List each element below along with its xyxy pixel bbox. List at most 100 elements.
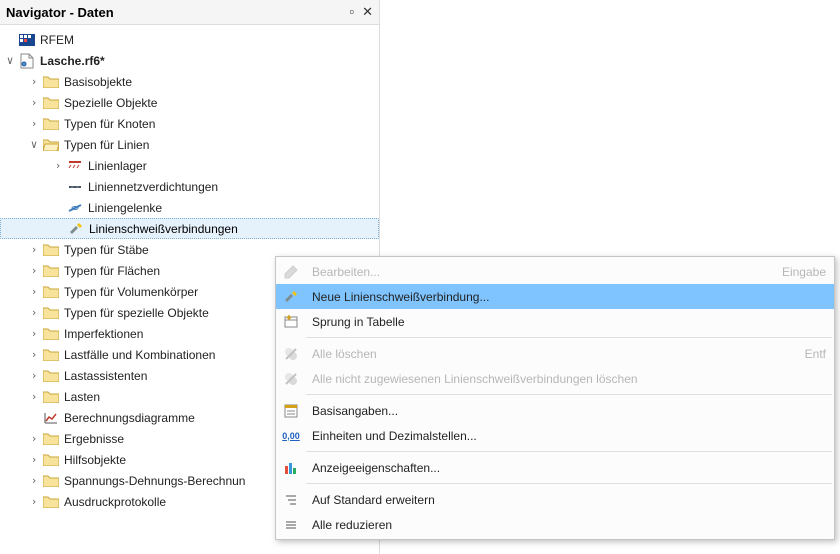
tree-item-liniengelenke[interactable]: Liniengelenke [0, 197, 379, 218]
tree-label: Imperfektionen [64, 327, 143, 341]
menu-sprung-in-tabelle[interactable]: Sprung in Tabelle [276, 309, 834, 334]
expander-icon[interactable]: › [28, 244, 40, 256]
folder-icon [42, 305, 60, 321]
linienlager-icon [66, 158, 84, 174]
menu-separator [306, 394, 832, 395]
menu-anzeigeeigenschaften[interactable]: Anzeigeeigenschaften... [276, 455, 834, 480]
tree-label: Liniengelenke [88, 201, 162, 215]
tree-item-linienschweissverbindungen[interactable]: Linienschweißverbindungen [0, 218, 379, 239]
expander-icon[interactable]: › [28, 454, 40, 466]
chart-icon [42, 410, 60, 426]
expander-icon[interactable]: › [52, 160, 64, 172]
expander-icon[interactable]: › [28, 328, 40, 340]
folder-icon [42, 368, 60, 384]
tree-item-typen-knoten[interactable]: › Typen für Knoten [0, 113, 379, 134]
menu-auf-standard-erweitern[interactable]: Auf Standard erweitern [276, 487, 834, 512]
menu-label: Einheiten und Dezimalstellen... [304, 429, 826, 443]
folder-icon [42, 95, 60, 111]
tree-label: Berechnungsdiagramme [64, 411, 195, 425]
panel-header: Navigator - Daten ▫ ✕ [0, 0, 379, 25]
folder-icon [42, 74, 60, 90]
menu-bearbeiten[interactable]: Bearbeiten... Eingabe [276, 259, 834, 284]
menu-label: Anzeigeeigenschaften... [304, 461, 826, 475]
menu-neue-linienschweissverbindung[interactable]: Neue Linienschweißverbindung... [276, 284, 834, 309]
folder-icon [42, 242, 60, 258]
tree-label: Lastfälle und Kombinationen [64, 348, 215, 362]
expander-icon[interactable]: › [28, 349, 40, 361]
expander-icon[interactable]: › [28, 265, 40, 277]
expander-icon[interactable]: › [28, 475, 40, 487]
expander-icon[interactable]: › [28, 433, 40, 445]
expander-icon[interactable]: › [28, 286, 40, 298]
menu-alle-reduzieren[interactable]: Alle reduzieren [276, 512, 834, 537]
tree-label: Ergebnisse [64, 432, 124, 446]
tree-label: Lastassistenten [64, 369, 147, 383]
folder-icon [42, 116, 60, 132]
expander-icon[interactable]: › [28, 391, 40, 403]
document-icon [18, 53, 36, 69]
folder-icon [42, 494, 60, 510]
tree-label: Typen für Flächen [64, 264, 160, 278]
tree-label: Typen für Linien [64, 138, 149, 152]
menu-label: Alle löschen [304, 347, 785, 361]
expander-icon[interactable]: › [28, 76, 40, 88]
delete-unassigned-icon [278, 366, 304, 391]
file-label: Lasche.rf6* [40, 54, 105, 68]
tree-item-basisobjekte[interactable]: › Basisobjekte [0, 71, 379, 92]
tree-label: Hilfsobjekte [64, 453, 126, 467]
menu-label: Bearbeiten... [304, 265, 762, 279]
menu-separator [306, 451, 832, 452]
menu-label: Alle nicht zugewiesenen Linienschweißver… [304, 372, 826, 386]
tree-label: Typen für Knoten [64, 117, 155, 131]
panel-title: Navigator - Daten [6, 5, 114, 20]
app-icon [18, 32, 36, 48]
expander-icon[interactable]: › [28, 118, 40, 130]
expander-icon[interactable]: › [28, 496, 40, 508]
expander-icon[interactable]: › [28, 370, 40, 382]
folder-icon [42, 284, 60, 300]
menu-shortcut: Entf [785, 347, 826, 361]
folder-icon [42, 473, 60, 489]
menu-basisangaben[interactable]: Basisangaben... [276, 398, 834, 423]
menu-alle-loeschen[interactable]: Alle löschen Entf [276, 341, 834, 366]
tree-root-app[interactable]: RFEM [0, 29, 379, 50]
tree-label: Spannungs-Dehnungs-Berechnun [64, 474, 245, 488]
table-jump-icon [278, 309, 304, 334]
expander-icon[interactable]: › [28, 97, 40, 109]
tree-label: Typen für Volumenkörper [64, 285, 198, 299]
tree-file[interactable]: ∨ Lasche.rf6* [0, 50, 379, 71]
tree-label: Liniennetzverdichtungen [88, 180, 218, 194]
folder-icon [42, 431, 60, 447]
tree-label: Typen für spezielle Objekte [64, 306, 209, 320]
mesh-icon [66, 179, 84, 195]
tree-label: Linienlager [88, 159, 147, 173]
menu-label: Neue Linienschweißverbindung... [304, 290, 826, 304]
menu-einheiten[interactable]: 0,00 Einheiten und Dezimalstellen... [276, 423, 834, 448]
context-menu: Bearbeiten... Eingabe Neue Linienschweiß… [275, 256, 835, 540]
close-icon[interactable]: ✕ [362, 4, 373, 20]
folder-icon [42, 263, 60, 279]
tree-item-liniennetzverdichtungen[interactable]: Liniennetzverdichtungen [0, 176, 379, 197]
tree-item-linienlager[interactable]: › Linienlager [0, 155, 379, 176]
folder-icon [42, 389, 60, 405]
expander-icon[interactable]: › [28, 307, 40, 319]
menu-shortcut: Eingabe [762, 265, 826, 279]
tree-item-typen-linien[interactable]: ∨ Typen für Linien [0, 134, 379, 155]
units-icon: 0,00 [278, 423, 304, 448]
tree-label: Linienschweißverbindungen [89, 222, 238, 236]
weld-new-icon [278, 284, 304, 309]
hinge-icon [66, 200, 84, 216]
tree-label: Basisobjekte [64, 75, 132, 89]
pin-icon[interactable]: ▫ [349, 4, 354, 20]
folder-icon [42, 452, 60, 468]
menu-alle-nicht-zugewiesenen-loeschen[interactable]: Alle nicht zugewiesenen Linienschweißver… [276, 366, 834, 391]
expander-collapse-icon[interactable]: ∨ [4, 55, 16, 67]
menu-separator [306, 337, 832, 338]
tree-item-spezielle-objekte[interactable]: › Spezielle Objekte [0, 92, 379, 113]
expander-collapse-icon[interactable]: ∨ [28, 139, 40, 151]
tree-label: Ausdruckprotokolle [64, 495, 166, 509]
menu-separator [306, 483, 832, 484]
collapse-icon [278, 512, 304, 537]
menu-label: Alle reduzieren [304, 518, 826, 532]
expand-icon [278, 487, 304, 512]
